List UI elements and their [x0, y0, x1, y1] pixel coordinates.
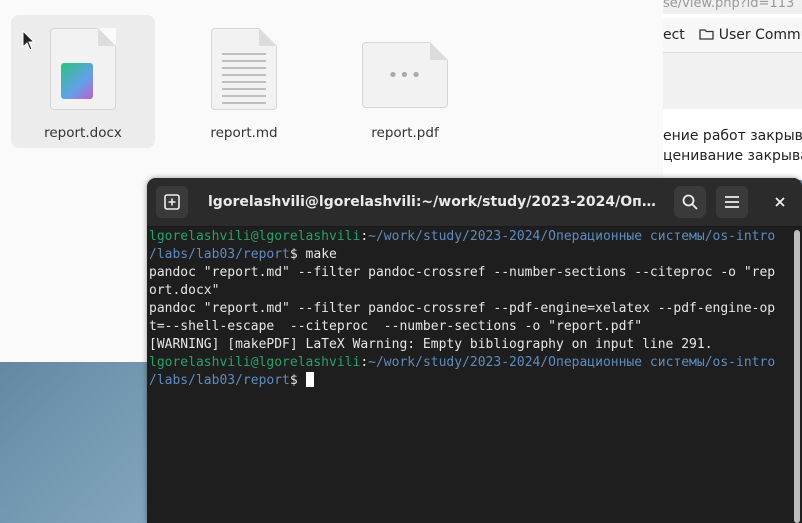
- terminal-scrollbar[interactable]: [794, 230, 800, 523]
- hamburger-menu-icon: [725, 196, 739, 208]
- content-text-line: ение работ закрыва: [663, 128, 802, 144]
- pdf-document-icon: •••: [362, 42, 448, 108]
- prompt-user: lgorelashvili@lgorelashvili: [149, 355, 361, 370]
- bookmark-item[interactable]: ect: [663, 27, 685, 43]
- search-button[interactable]: [674, 186, 706, 218]
- url-bar[interactable]: se/view.php?id=113: [663, 0, 802, 14]
- command-text: make: [305, 247, 337, 262]
- bookmarks-bar: ect User Commun: [663, 18, 802, 53]
- prompt-path: ~/work/study/2023-2024/Операционные сист…: [368, 355, 776, 370]
- output-line: pandoc "report.md" --filter pandoc-cross…: [149, 301, 776, 316]
- warning-line: [WARNING] [makePDF] LaTeX Warning: Empty…: [149, 337, 713, 352]
- url-text: se/view.php?id=113: [663, 0, 795, 11]
- content-text-line: ценивание закрыва: [663, 148, 802, 164]
- terminal-window: lgorelashvili@lgorelashvili:~/work/study…: [147, 178, 802, 523]
- browser-window: se/view.php?id=113 ect User Commun ение …: [663, 0, 802, 180]
- prompt-line: /labs/lab03/report$ make: [149, 247, 337, 262]
- mouse-pointer-icon: [22, 30, 36, 51]
- prompt-user: lgorelashvili@lgorelashvili: [149, 229, 361, 244]
- terminal-output[interactable]: lgorelashvili@lgorelashvili:~/work/study…: [149, 228, 791, 523]
- terminal-title: lgorelashvili@lgorelashvili:~/work/study…: [208, 194, 658, 210]
- output-line: pandoc "report.md" --filter pandoc-cross…: [149, 265, 776, 280]
- file-name: report.md: [210, 125, 278, 141]
- file-item-pdf[interactable]: ••• report.pdf: [333, 15, 477, 148]
- new-tab-button[interactable]: [156, 186, 188, 218]
- terminal-header-bar: lgorelashvili@lgorelashvili:~/work/study…: [147, 178, 802, 227]
- prompt-line: lgorelashvili@lgorelashvili:~/work/study…: [149, 355, 776, 370]
- file-item-md[interactable]: report.md: [172, 15, 316, 148]
- close-icon: [775, 197, 785, 207]
- new-tab-icon: [164, 194, 180, 210]
- text-cursor: [305, 372, 314, 387]
- close-button[interactable]: [764, 186, 796, 218]
- folder-icon: [699, 29, 714, 40]
- content-panel: [663, 53, 802, 109]
- prompt-path: ~/work/study/2023-2024/Операционные сист…: [368, 229, 776, 244]
- prompt-line: /labs/lab03/report$: [149, 372, 791, 390]
- docx-document-icon: [50, 28, 116, 110]
- prompt-path: /labs/lab03/report: [149, 373, 290, 388]
- prompt-path: /labs/lab03/report: [149, 247, 290, 262]
- text-document-icon: [211, 28, 277, 110]
- bookmark-label: User Commun: [718, 27, 802, 43]
- search-icon: [682, 194, 698, 210]
- prompt-line: lgorelashvili@lgorelashvili:~/work/study…: [149, 229, 776, 244]
- menu-button[interactable]: [716, 186, 748, 218]
- output-line: t=--shell-escape --citeproc --number-sec…: [149, 319, 643, 334]
- file-name: report.docx: [44, 125, 122, 141]
- bookmark-folder[interactable]: User Commun: [699, 27, 802, 43]
- file-name: report.pdf: [371, 125, 439, 141]
- output-line: ort.docx": [149, 283, 220, 298]
